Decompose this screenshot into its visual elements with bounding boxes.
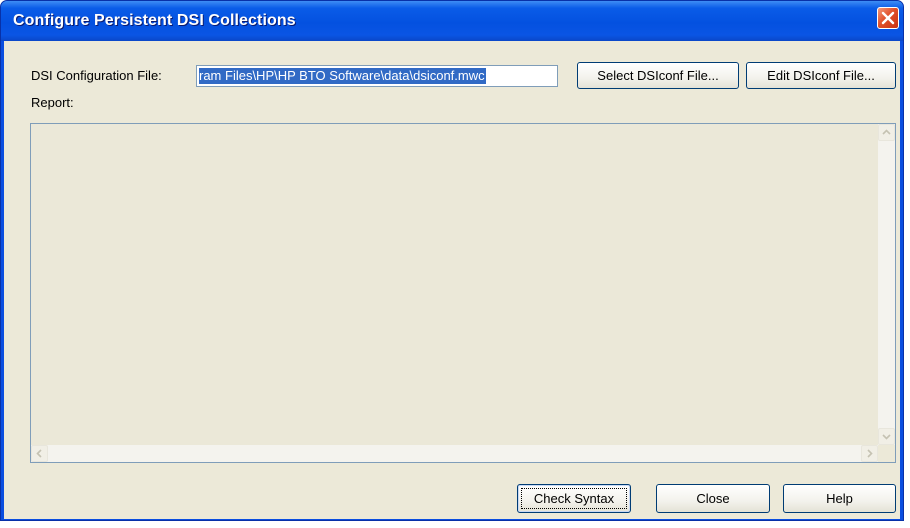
arrow-up-icon	[882, 129, 891, 135]
help-button[interactable]: Help	[783, 484, 896, 513]
dialog-window: Configure Persistent DSI Collections DSI…	[0, 0, 904, 521]
window-title: Configure Persistent DSI Collections	[13, 12, 296, 29]
horizontal-scrollbar[interactable]	[31, 445, 878, 462]
close-button[interactable]: Close	[656, 484, 770, 513]
report-label: Report:	[31, 95, 74, 110]
arrow-right-icon	[867, 449, 873, 458]
config-file-label: DSI Configuration File:	[31, 68, 162, 83]
config-file-path-input[interactable]: ram Files\HP\HP BTO Software\data\dsicon…	[196, 65, 558, 87]
scroll-down-button[interactable]	[878, 428, 895, 445]
scroll-left-button[interactable]	[31, 445, 48, 462]
edit-dsiconf-file-button[interactable]: Edit DSIconf File...	[746, 62, 896, 89]
arrow-down-icon	[882, 434, 891, 440]
select-dsiconf-file-button[interactable]: Select DSIconf File...	[577, 62, 739, 89]
close-window-button[interactable]	[877, 7, 899, 29]
scroll-up-button[interactable]	[878, 124, 895, 141]
title-bar[interactable]: Configure Persistent DSI Collections	[1, 1, 903, 41]
config-file-path-selected-text: ram Files\HP\HP BTO Software\data\dsicon…	[199, 68, 486, 84]
close-x-icon	[881, 11, 895, 25]
arrow-left-icon	[36, 449, 42, 458]
dialog-body: DSI Configuration File: ram Files\HP\HP …	[4, 41, 900, 519]
vertical-scrollbar[interactable]	[878, 124, 895, 445]
report-textarea[interactable]	[30, 123, 896, 463]
scrollbar-corner	[878, 445, 895, 462]
check-syntax-button[interactable]: Check Syntax	[517, 484, 631, 513]
scroll-right-button[interactable]	[861, 445, 878, 462]
check-syntax-label: Check Syntax	[533, 491, 615, 506]
